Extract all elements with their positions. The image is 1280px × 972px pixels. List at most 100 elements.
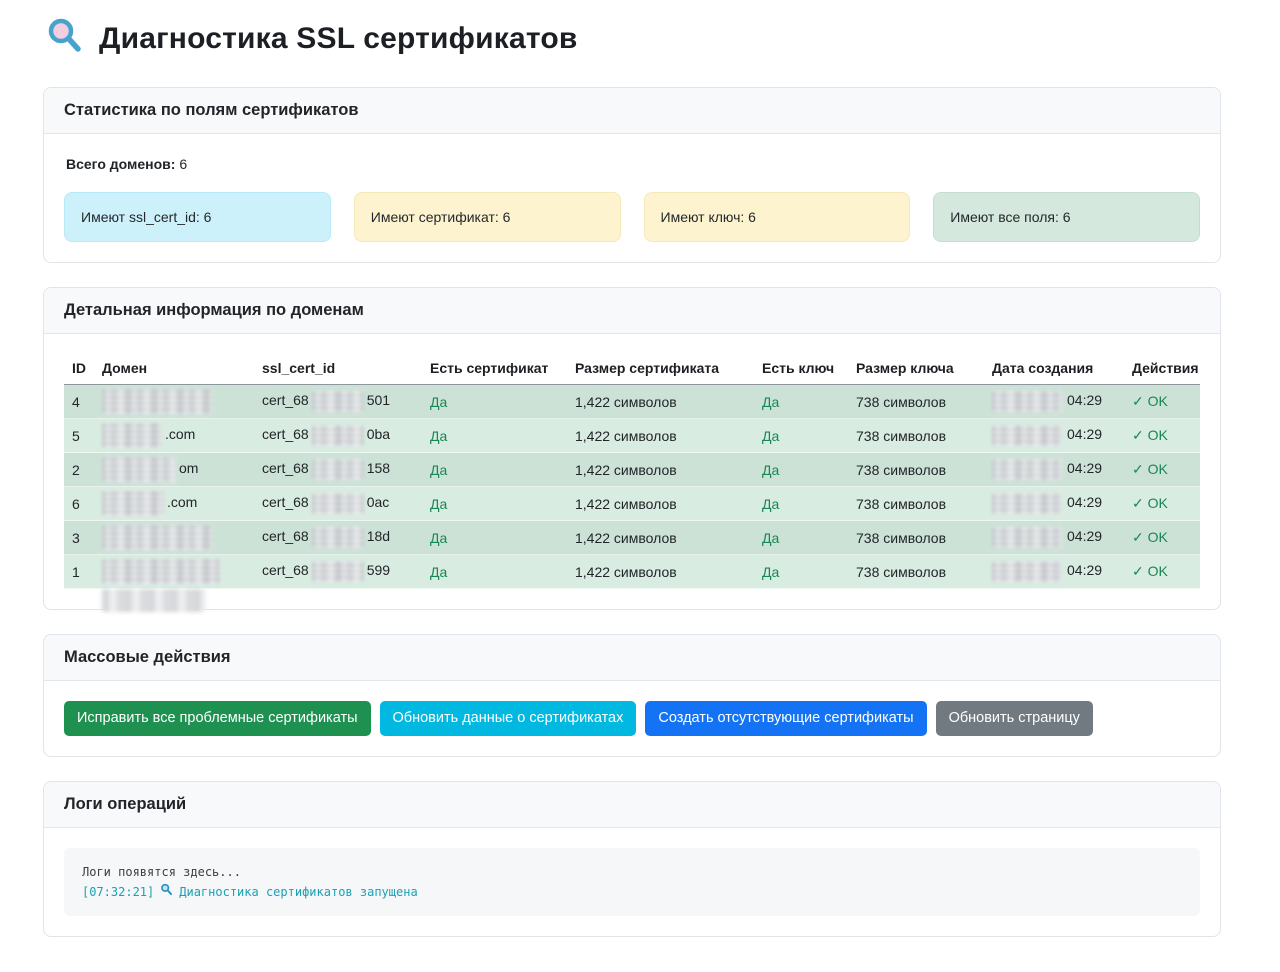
total-domains-label: Всего доменов: [66, 156, 175, 172]
log-message: Диагностика сертификатов запущена [179, 882, 417, 902]
domain-visible-text: .com [165, 426, 195, 442]
cell-has-certificate: Да [422, 385, 567, 419]
redacted-domain [102, 525, 212, 550]
fix-all-certificates-button[interactable]: Исправить все проблемные сертификаты [64, 701, 371, 736]
create-missing-certificates-button[interactable]: Создать отсутствующие сертификаты [645, 701, 926, 736]
stats-card-header: Статистика по полям сертификатов [44, 88, 1220, 134]
redacted-date [992, 391, 1062, 412]
column-header: Действия [1124, 354, 1200, 385]
cell-ssl-cert-id: cert_68 599 [254, 555, 422, 589]
domains-table-header-row: IDДоменssl_cert_idЕсть сертификатРазмер … [64, 354, 1200, 385]
column-header: ID [64, 354, 94, 385]
cell-domain: .com [94, 419, 254, 453]
stat-box-label: Имеют все поля: 6 [950, 209, 1070, 225]
log-entry-line: [07:32:21] Диагностика сертификатов запу… [82, 882, 1182, 902]
column-header: Есть сертификат [422, 354, 567, 385]
cell-has-key: Да [754, 419, 848, 453]
cell-has-certificate: Да [422, 453, 567, 487]
table-row: 4 cert_68 501 Да 1,422 символов Да 738 си… [64, 385, 1200, 419]
cell-id: 2 [64, 453, 94, 487]
column-header: Есть ключ [754, 354, 848, 385]
magnifier-icon [45, 16, 85, 61]
cert-id-suffix: 158 [367, 460, 390, 476]
log-timestamp: [07:32:21] [82, 882, 154, 902]
total-domains-value: 6 [179, 156, 187, 172]
cell-ssl-cert-id: cert_68 501 [254, 385, 422, 419]
column-header: Размер сертификата [567, 354, 754, 385]
cell-certificate-size: 1,422 символов [567, 555, 754, 589]
cell-certificate-size: 1,422 символов [567, 453, 754, 487]
redacted-cert-id [312, 561, 364, 582]
details-card-header: Детальная информация по доменам [44, 288, 1220, 334]
cell-has-certificate: Да [422, 521, 567, 555]
cell-id: 4 [64, 385, 94, 419]
cert-id-suffix: 599 [367, 562, 390, 578]
cell-status: ✓ OK [1124, 419, 1200, 453]
redacted-cert-id [312, 425, 364, 446]
reload-page-button[interactable]: Обновить страницу [936, 701, 1093, 736]
cert-id-suffix: 501 [367, 392, 390, 408]
cell-status: ✓ OK [1124, 521, 1200, 555]
cert-id-prefix: cert_68 [262, 494, 309, 510]
cell-certificate-size: 1,422 символов [567, 385, 754, 419]
cell-certificate-size: 1,422 символов [567, 521, 754, 555]
cell-domain [94, 521, 254, 555]
refresh-certificate-data-button[interactable]: Обновить данные о сертификатах [380, 701, 637, 736]
page-container: Диагностика SSL сертификатов Статистика … [0, 0, 1280, 972]
redacted-cert-id [312, 459, 364, 480]
cert-id-prefix: cert_68 [262, 528, 309, 544]
cell-key-size: 738 символов [848, 487, 984, 521]
domains-table-body: 4 cert_68 501 Да 1,422 символов Да 738 си… [64, 385, 1200, 589]
cert-id-suffix: 0ac [367, 494, 390, 510]
cert-id-prefix: cert_68 [262, 426, 309, 442]
redaction-overflow [102, 589, 206, 612]
created-time: 04:29 [1067, 562, 1102, 578]
page-header: Диагностика SSL сертификатов [45, 16, 1221, 61]
redacted-cert-id [312, 527, 364, 548]
total-domains-line: Всего доменов: 6 [66, 156, 1200, 172]
redacted-date [992, 527, 1062, 548]
cell-domain [94, 385, 254, 419]
cell-status: ✓ OK [1124, 487, 1200, 521]
cell-certificate-size: 1,422 символов [567, 487, 754, 521]
stat-box-label: Имеют ключ: 6 [661, 209, 756, 225]
details-card-body: IDДоменssl_cert_idЕсть сертификатРазмер … [44, 334, 1220, 609]
cert-id-suffix: 18d [367, 528, 390, 544]
table-row: 6 .com cert_680ac Да 1,422 символов Да 7… [64, 487, 1200, 521]
cert-id-prefix: cert_68 [262, 562, 309, 578]
cell-status: ✓ OK [1124, 555, 1200, 589]
cell-ssl-cert-id: cert_68 0ac [254, 487, 422, 521]
log-magnifier-icon [160, 882, 173, 902]
cell-status: ✓ OK [1124, 385, 1200, 419]
cell-created-date: 04:29 [984, 487, 1124, 521]
cert-id-prefix: cert_68 [262, 392, 309, 408]
stat-box-has-key: Имеют ключ: 6 [644, 192, 911, 242]
cell-created-date: 04:29 [984, 453, 1124, 487]
column-header: Размер ключа [848, 354, 984, 385]
created-time: 04:29 [1067, 392, 1102, 408]
cell-has-certificate: Да [422, 555, 567, 589]
cell-domain: .com [94, 487, 254, 521]
cert-id-suffix: 0ba [367, 426, 390, 442]
actions-card-body: Исправить все проблемные сертификаты Обн… [44, 681, 1220, 756]
cell-has-key: Да [754, 487, 848, 521]
cell-has-key: Да [754, 555, 848, 589]
cell-domain [94, 555, 254, 589]
logs-card-header: Логи операций [44, 782, 1220, 828]
cell-ssl-cert-id: cert_68 158 [254, 453, 422, 487]
cell-key-size: 738 символов [848, 385, 984, 419]
domains-table-wrap: IDДоменssl_cert_idЕсть сертификатРазмер … [64, 354, 1200, 589]
created-time: 04:29 [1067, 528, 1102, 544]
table-row: 2 om cert_68158 Да 1,422 символов Да 738… [64, 453, 1200, 487]
redacted-date [992, 493, 1062, 514]
details-card: Детальная информация по доменам IDДоменs… [43, 287, 1221, 610]
stats-card: Статистика по полям сертификатов Всего д… [43, 87, 1221, 263]
column-header: Домен [94, 354, 254, 385]
cell-has-key: Да [754, 385, 848, 419]
domain-visible-text: om [179, 460, 198, 476]
log-output: Логи появятся здесь... [07:32:21] Диагно… [64, 848, 1200, 916]
created-time: 04:29 [1067, 494, 1102, 510]
stat-box-ssl-cert-id: Имеют ssl_cert_id: 6 [64, 192, 331, 242]
cell-key-size: 738 символов [848, 419, 984, 453]
cert-id-prefix: cert_68 [262, 460, 309, 476]
